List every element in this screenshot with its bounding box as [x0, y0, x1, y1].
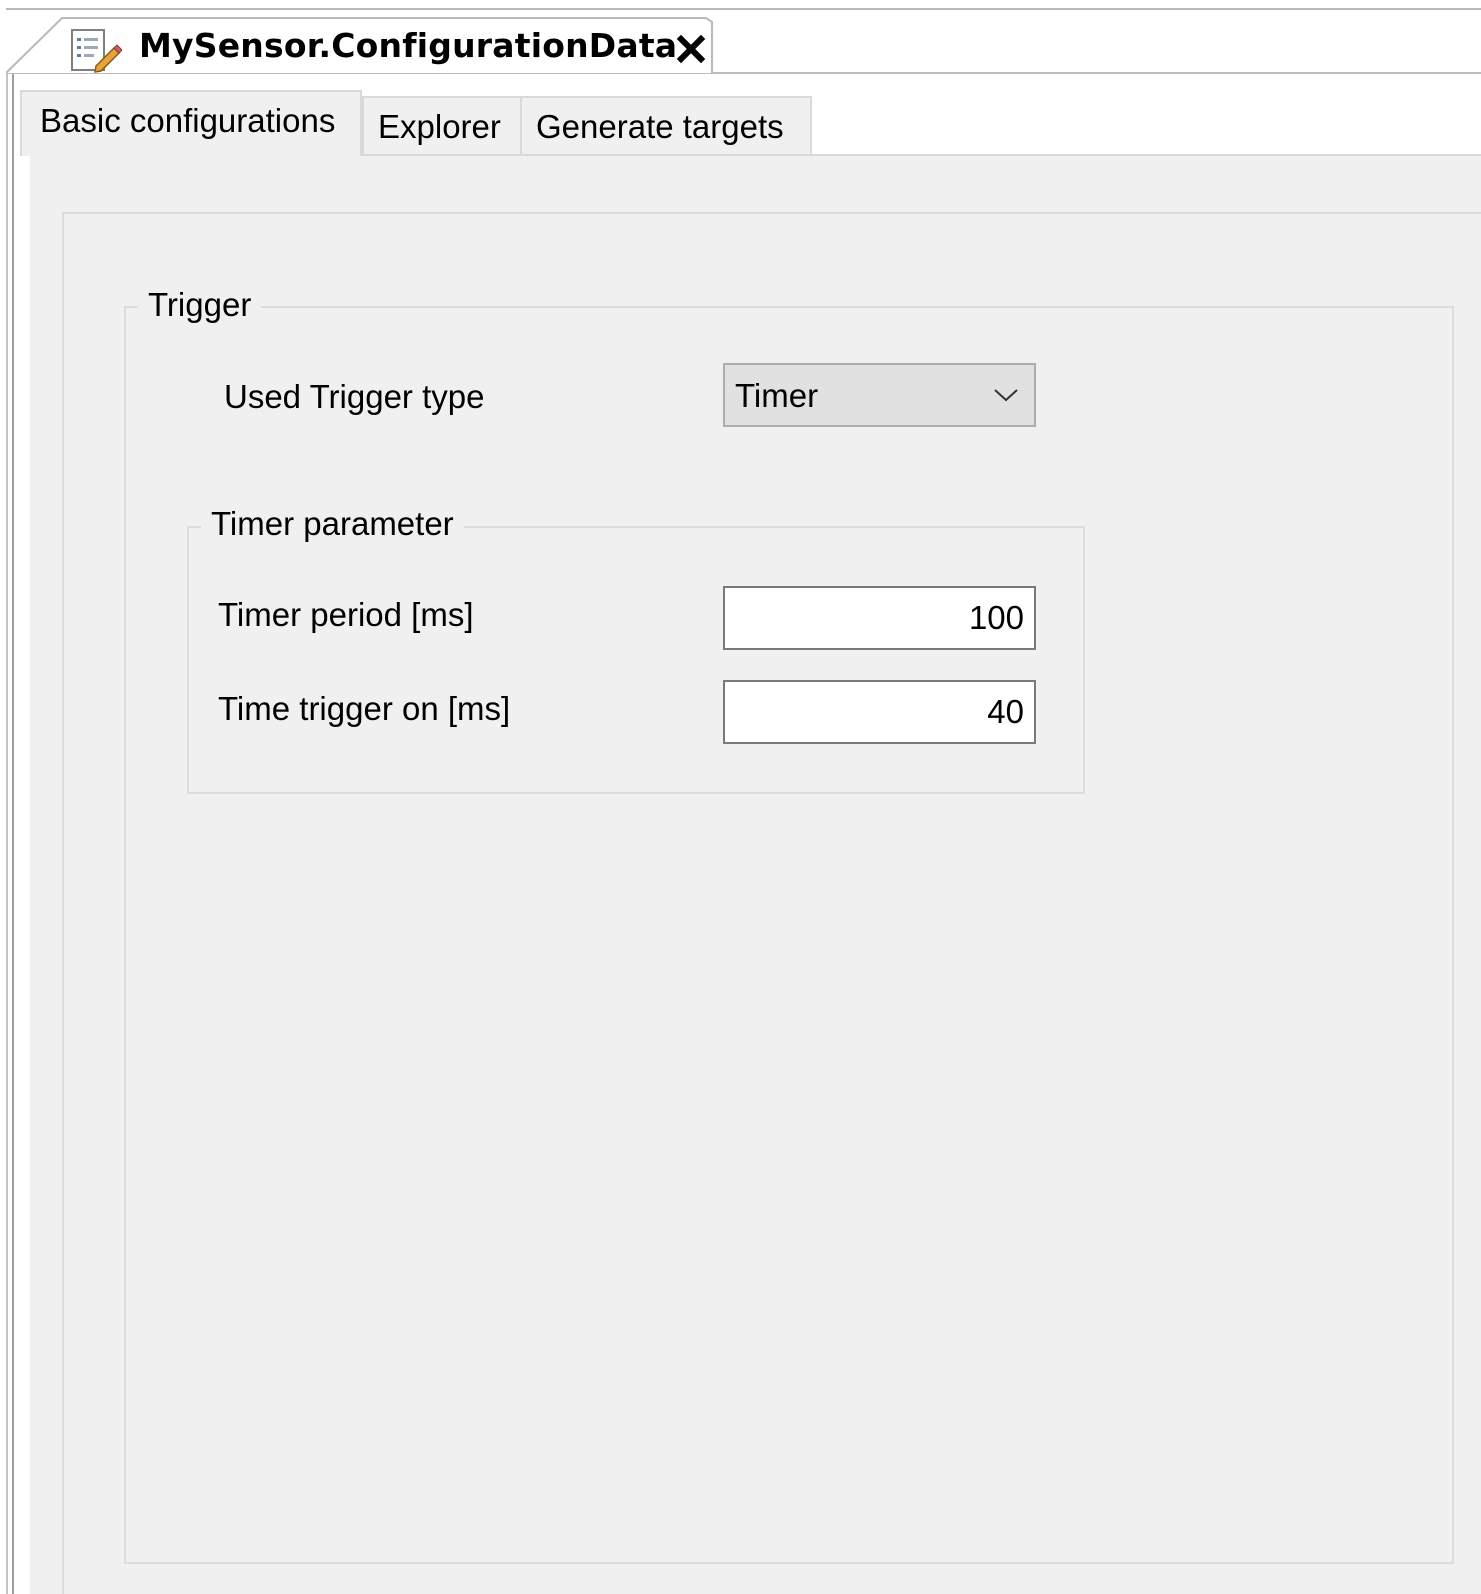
trigger-group-title: Trigger — [138, 286, 262, 324]
timer-period-label: Timer period [ms] — [218, 596, 474, 633]
tab-generate-targets[interactable]: Generate targets — [520, 96, 812, 154]
timer-period-input[interactable] — [723, 586, 1036, 650]
window: MySensor.ConfigurationData Basic configu… — [0, 0, 1481, 1594]
chevron-down-icon — [992, 385, 1020, 405]
timer-parameter-group-title: Timer parameter — [201, 505, 464, 543]
document-tab[interactable]: MySensor.ConfigurationData — [6, 16, 720, 74]
close-icon[interactable] — [674, 32, 708, 66]
time-trigger-on-label: Time trigger on [ms] — [218, 690, 511, 727]
config-document-icon — [68, 26, 123, 74]
time-trigger-on-input[interactable] — [723, 680, 1036, 744]
tab-explorer[interactable]: Explorer — [362, 96, 522, 154]
document-tab-title: MySensor.ConfigurationData — [139, 26, 678, 65]
tab-basic-configurations[interactable]: Basic configurations — [20, 90, 362, 156]
used-trigger-type-label: Used Trigger type — [224, 378, 485, 415]
trigger-type-selected-value: Timer — [735, 377, 819, 414]
trigger-type-dropdown[interactable]: Timer — [723, 363, 1036, 427]
editor-left-border — [12, 74, 14, 1594]
timer-parameter-groupbox — [187, 526, 1085, 794]
trigger-groupbox — [124, 306, 1454, 1564]
subtab-strip-divider — [362, 154, 1481, 156]
